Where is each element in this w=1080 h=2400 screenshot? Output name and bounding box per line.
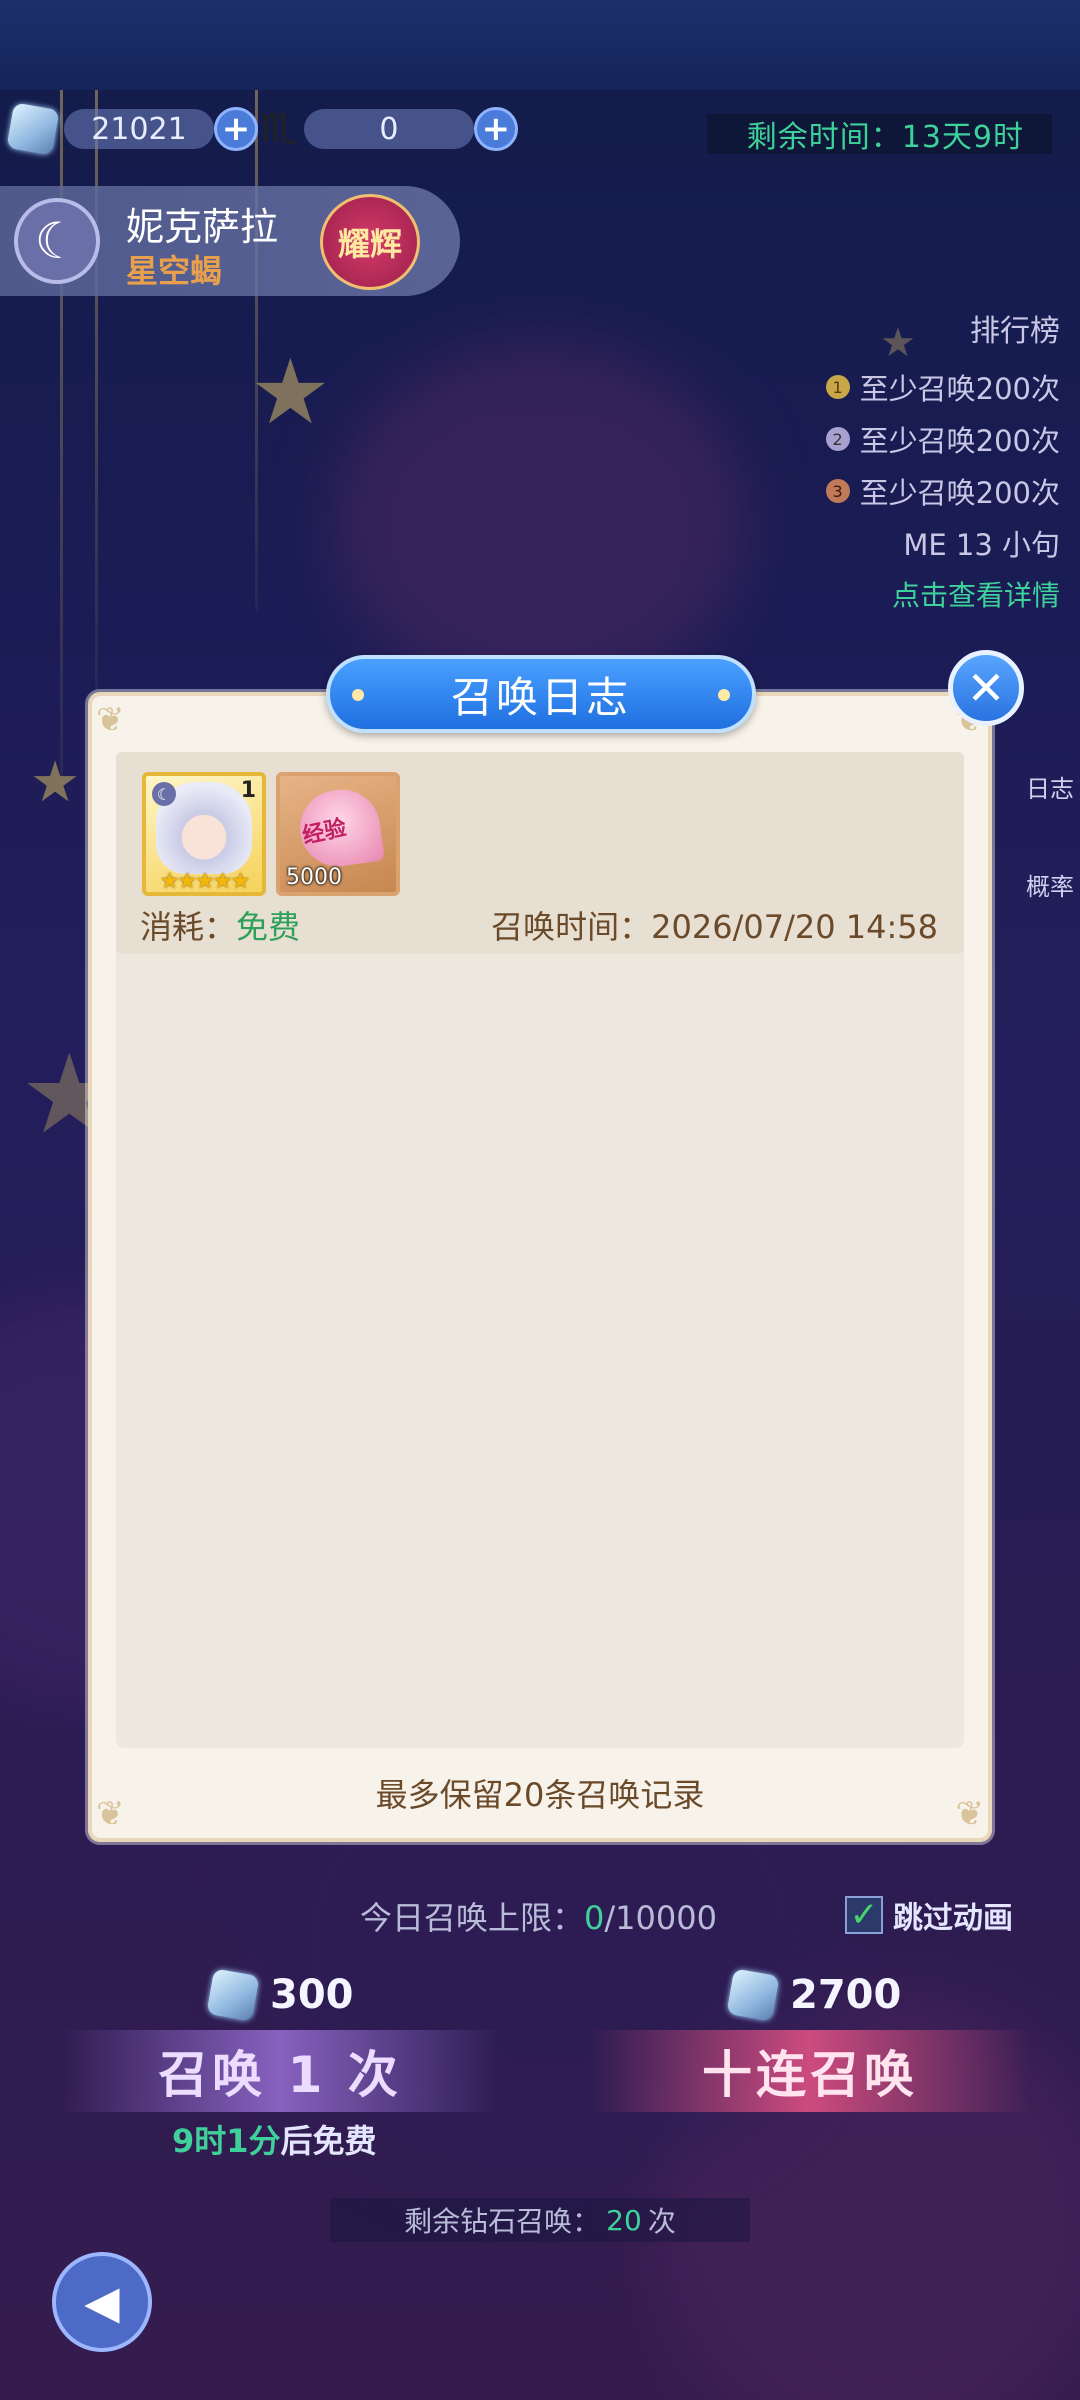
exp-reward-card[interactable]: 经验 5000 [276, 772, 400, 896]
gem-count: 21021 [64, 109, 214, 149]
ranking-details-link[interactable]: 点击查看详情 [826, 574, 1060, 614]
moon-emblem-icon: ☾ [14, 198, 100, 284]
hero-reward-card[interactable]: ☾ 1 ★★★★★ [142, 772, 266, 896]
back-arrow-icon: ◀ [84, 2275, 120, 2329]
add-gem-button[interactable]: + [214, 107, 258, 151]
skip-animation-toggle[interactable]: ✓ 跳过动画 [845, 1893, 1013, 1937]
moon-emblem-icon: ☾ [152, 782, 176, 806]
diamond-icon [726, 1968, 780, 2022]
summon-time: 召唤时间：2026/07/20 14:58 [491, 908, 938, 946]
log-side-button[interactable]: 日志 [1014, 720, 1080, 810]
corner-ornament-icon: ❦ [96, 700, 125, 740]
ranking-panel: 排行榜 1 至少召唤200次 2 至少召唤200次 3 至少召唤200次 ME 13 … [825, 306, 1060, 614]
close-icon: ✕ [966, 661, 1006, 715]
scorpion-count: 0 [303, 109, 474, 149]
diamond-icon [206, 1968, 260, 2022]
ranking-row: 2 至少召唤200次 [825, 418, 1060, 460]
rarity-badge: 耀辉 [320, 194, 420, 290]
ranking-row: 1 至少召唤200次 [825, 366, 1060, 408]
exp-count: 5000 [286, 865, 342, 890]
add-scorpion-button[interactable]: + [473, 107, 518, 151]
rate-side-button[interactable]: 概率 [1014, 818, 1080, 908]
single-cost: 300 [206, 1968, 354, 2022]
gem-resource: 21021 + [6, 102, 258, 156]
summon-once-button[interactable]: 召唤 1 次 [60, 2030, 500, 2112]
character-tag[interactable]: ☾ 妮克萨拉 星空蝎 耀辉 [0, 186, 460, 296]
rank-3-icon: 3 [825, 479, 850, 503]
character-title: 星空蝎 [126, 252, 223, 290]
log-retention-note: 最多保留20条召唤记录 [375, 1776, 705, 1814]
hero-count: 1 [240, 778, 256, 803]
checkmark-icon: ✓ [845, 1895, 883, 1935]
modal-title: 召唤日志 [326, 655, 756, 733]
log-record: ☾ 1 ★★★★★ 经验 5000 消耗：免费 召唤时间：2026/07/20 … [116, 752, 964, 954]
back-button[interactable]: ◀ [52, 2252, 152, 2352]
ten-cost: 2700 [726, 1968, 901, 2022]
rank-2-icon: 2 [825, 427, 850, 451]
consume-info: 消耗：免费 [140, 908, 301, 946]
summon-ten-button[interactable]: 十连召唤 [590, 2030, 1030, 2112]
ranking-row: 3 至少召唤200次 [825, 470, 1060, 512]
close-button[interactable]: ✕ [948, 650, 1024, 726]
scorpion-resource: ♏ 0 + [260, 106, 518, 152]
player-rank-row: ME 13 小句 [903, 528, 1060, 562]
star-rating: ★★★★★ [159, 869, 251, 894]
character-name: 妮克萨拉 [126, 205, 279, 249]
rank-1-icon: 1 [825, 375, 850, 399]
remaining-diamond-summons: 剩余钻石召唤： 20 次 [330, 2198, 750, 2242]
daily-limit: 今日召唤上限：0/10000 [360, 1899, 717, 1937]
ranking-title: 排行榜 [970, 314, 1060, 349]
diamond-icon [6, 102, 60, 156]
event-timer: 剩余时间：13天9时 [706, 114, 1052, 155]
scorpion-icon: ♏ [260, 106, 296, 152]
free-timer: 9时1分后免费 [172, 2122, 377, 2160]
